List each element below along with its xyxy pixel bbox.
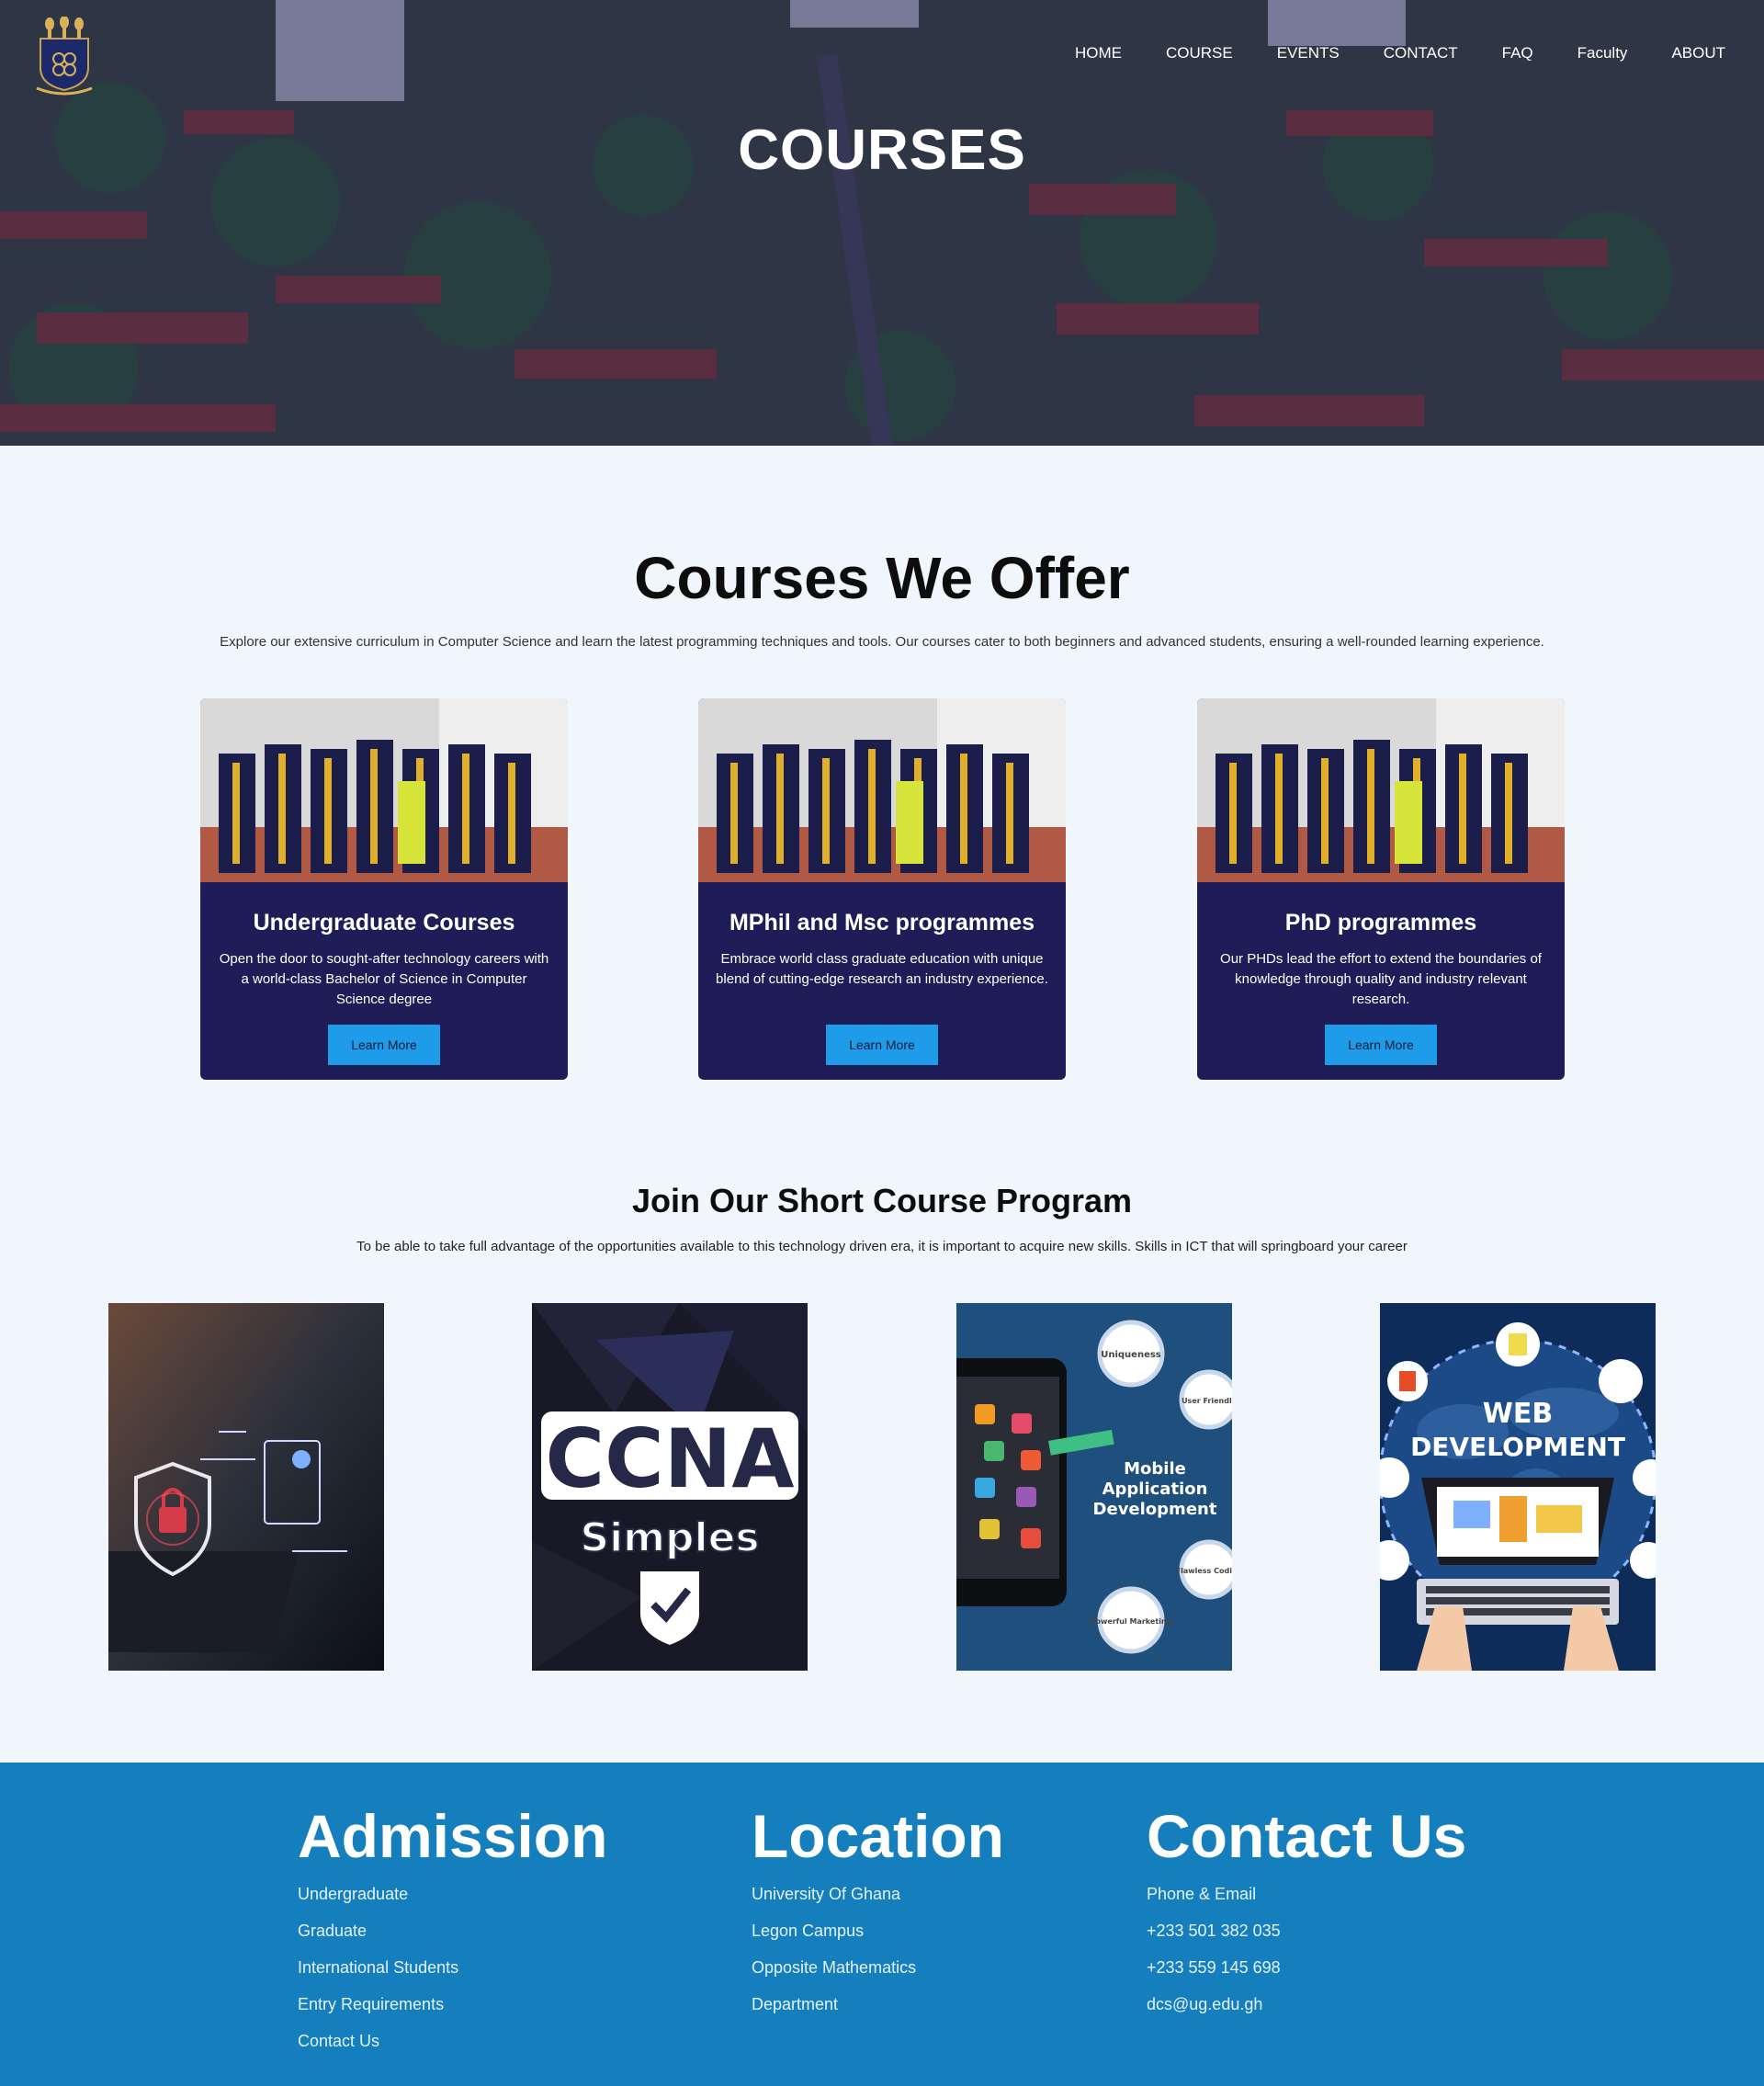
tile-ccna[interactable]: CCNA Simples [532,1303,808,1671]
card-text: Embrace world class graduate education w… [716,951,1048,987]
ccna-sublabel: Simples [580,1514,759,1561]
footer-link-undergraduate[interactable]: Undergraduate [298,1884,607,1905]
nav-contact[interactable]: CONTACT [1384,44,1458,62]
card-mphil-msc: MPhil and Msc programmes Embrace world c… [698,698,1066,1080]
graduation-photo [698,698,1066,882]
footer-email[interactable]: dcs@ug.edu.gh [1147,1994,1466,2015]
footer-contact-label[interactable]: Phone & Email [1147,1884,1466,1905]
footer-link-entry-requirements[interactable]: Entry Requirements [298,1994,607,2015]
short-course-title: Join Our Short Course Program [631,1182,1133,1219]
nav-home[interactable]: HOME [1075,44,1122,62]
footer-location-line[interactable]: Opposite Mathematics [752,1957,1004,1978]
card-phd: PhD programmes Our PHDs lead the effort … [1197,698,1565,1080]
card-title: MPhil and Msc programmes [729,910,1035,935]
nav-faq[interactable]: FAQ [1502,44,1533,62]
nav-faculty[interactable]: Faculty [1577,44,1628,62]
mobile-title-line3: Development [1093,1500,1217,1519]
footer-link-international[interactable]: International Students [298,1957,607,1978]
graduation-photo [1197,698,1565,882]
bubble-powerful-marketing: Powerful Marketing [1091,1617,1172,1626]
bubble-user-friendly: User Friendly [1182,1397,1232,1405]
graduation-photo [200,698,568,882]
hero-overlay [0,0,1764,446]
footer-location-line[interactable]: University Of Ghana [752,1884,1004,1905]
tile-web-development[interactable]: WEB DEVELOPMENT [1380,1303,1656,1671]
ccna-label: CCNA [546,1411,795,1506]
footer-location-line[interactable]: Legon Campus [752,1921,1004,1942]
offer-description: Explore our extensive curriculum in Comp… [220,634,1544,650]
hero-banner: HOME COURSE EVENTS CONTACT FAQ Faculty A… [0,0,1764,446]
tile-cybersecurity[interactable] [108,1303,384,1671]
offer-title: Courses We Offer [634,545,1130,611]
hero-title: COURSES [738,119,1026,182]
footer-location: Location University Of Ghana Legon Campu… [752,1801,1004,2031]
learn-more-button[interactable]: Learn More [328,1025,440,1065]
mobile-title-line2: Application [1102,1479,1208,1499]
footer-phone-1[interactable]: +233 501 382 035 [1147,1921,1466,1942]
nav-about[interactable]: ABOUT [1671,44,1725,62]
ccna-image: CCNA Simples [532,1303,808,1671]
bubble-uniqueness: Uniqueness [1101,1350,1161,1360]
nav-events[interactable]: EVENTS [1277,44,1340,62]
main-nav: HOME COURSE EVENTS CONTACT FAQ Faculty A… [1075,44,1764,62]
footer-admission: Admission Undergraduate Graduate Interna… [298,1801,607,2068]
bubble-flawless-coding: Flawless Coding [1176,1567,1232,1575]
web-title-line1: WEB [1483,1398,1553,1430]
card-text: Our PHDs lead the effort to extend the b… [1220,951,1542,1007]
footer-heading: Contact Us [1147,1802,1467,1870]
footer-link-contact-us[interactable]: Contact Us [298,2031,607,2052]
cybersecurity-image [108,1303,384,1671]
footer-contact: Contact Us Phone & Email +233 501 382 03… [1147,1801,1466,2031]
learn-more-button[interactable]: Learn More [826,1025,938,1065]
footer: Admission Undergraduate Graduate Interna… [0,1763,1764,2086]
mobile-app-image: Uniqueness User Friendly Flawless Coding… [956,1303,1232,1671]
footer-heading: Admission [298,1802,608,1870]
card-title: PhD programmes [1284,910,1477,935]
mobile-title-line1: Mobile [1124,1459,1186,1479]
footer-link-graduate[interactable]: Graduate [298,1921,607,1942]
learn-more-button[interactable]: Learn More [1325,1025,1437,1065]
university-crest-logo[interactable] [31,17,97,96]
footer-heading: Location [752,1802,1004,1870]
web-title-line2: DEVELOPMENT [1410,1432,1625,1462]
web-development-image: WEB DEVELOPMENT [1380,1303,1656,1671]
card-undergraduate: Undergraduate Courses Open the door to s… [200,698,568,1080]
tile-mobile-app[interactable]: Uniqueness User Friendly Flawless Coding… [956,1303,1232,1671]
footer-phone-2[interactable]: +233 559 145 698 [1147,1957,1466,1978]
card-title: Undergraduate Courses [253,910,515,935]
card-text: Open the door to sought-after technology… [219,951,549,1007]
footer-location-line[interactable]: Department [752,1994,1004,2015]
short-course-description: To be able to take full advantage of the… [356,1239,1408,1254]
nav-course[interactable]: COURSE [1166,44,1233,62]
